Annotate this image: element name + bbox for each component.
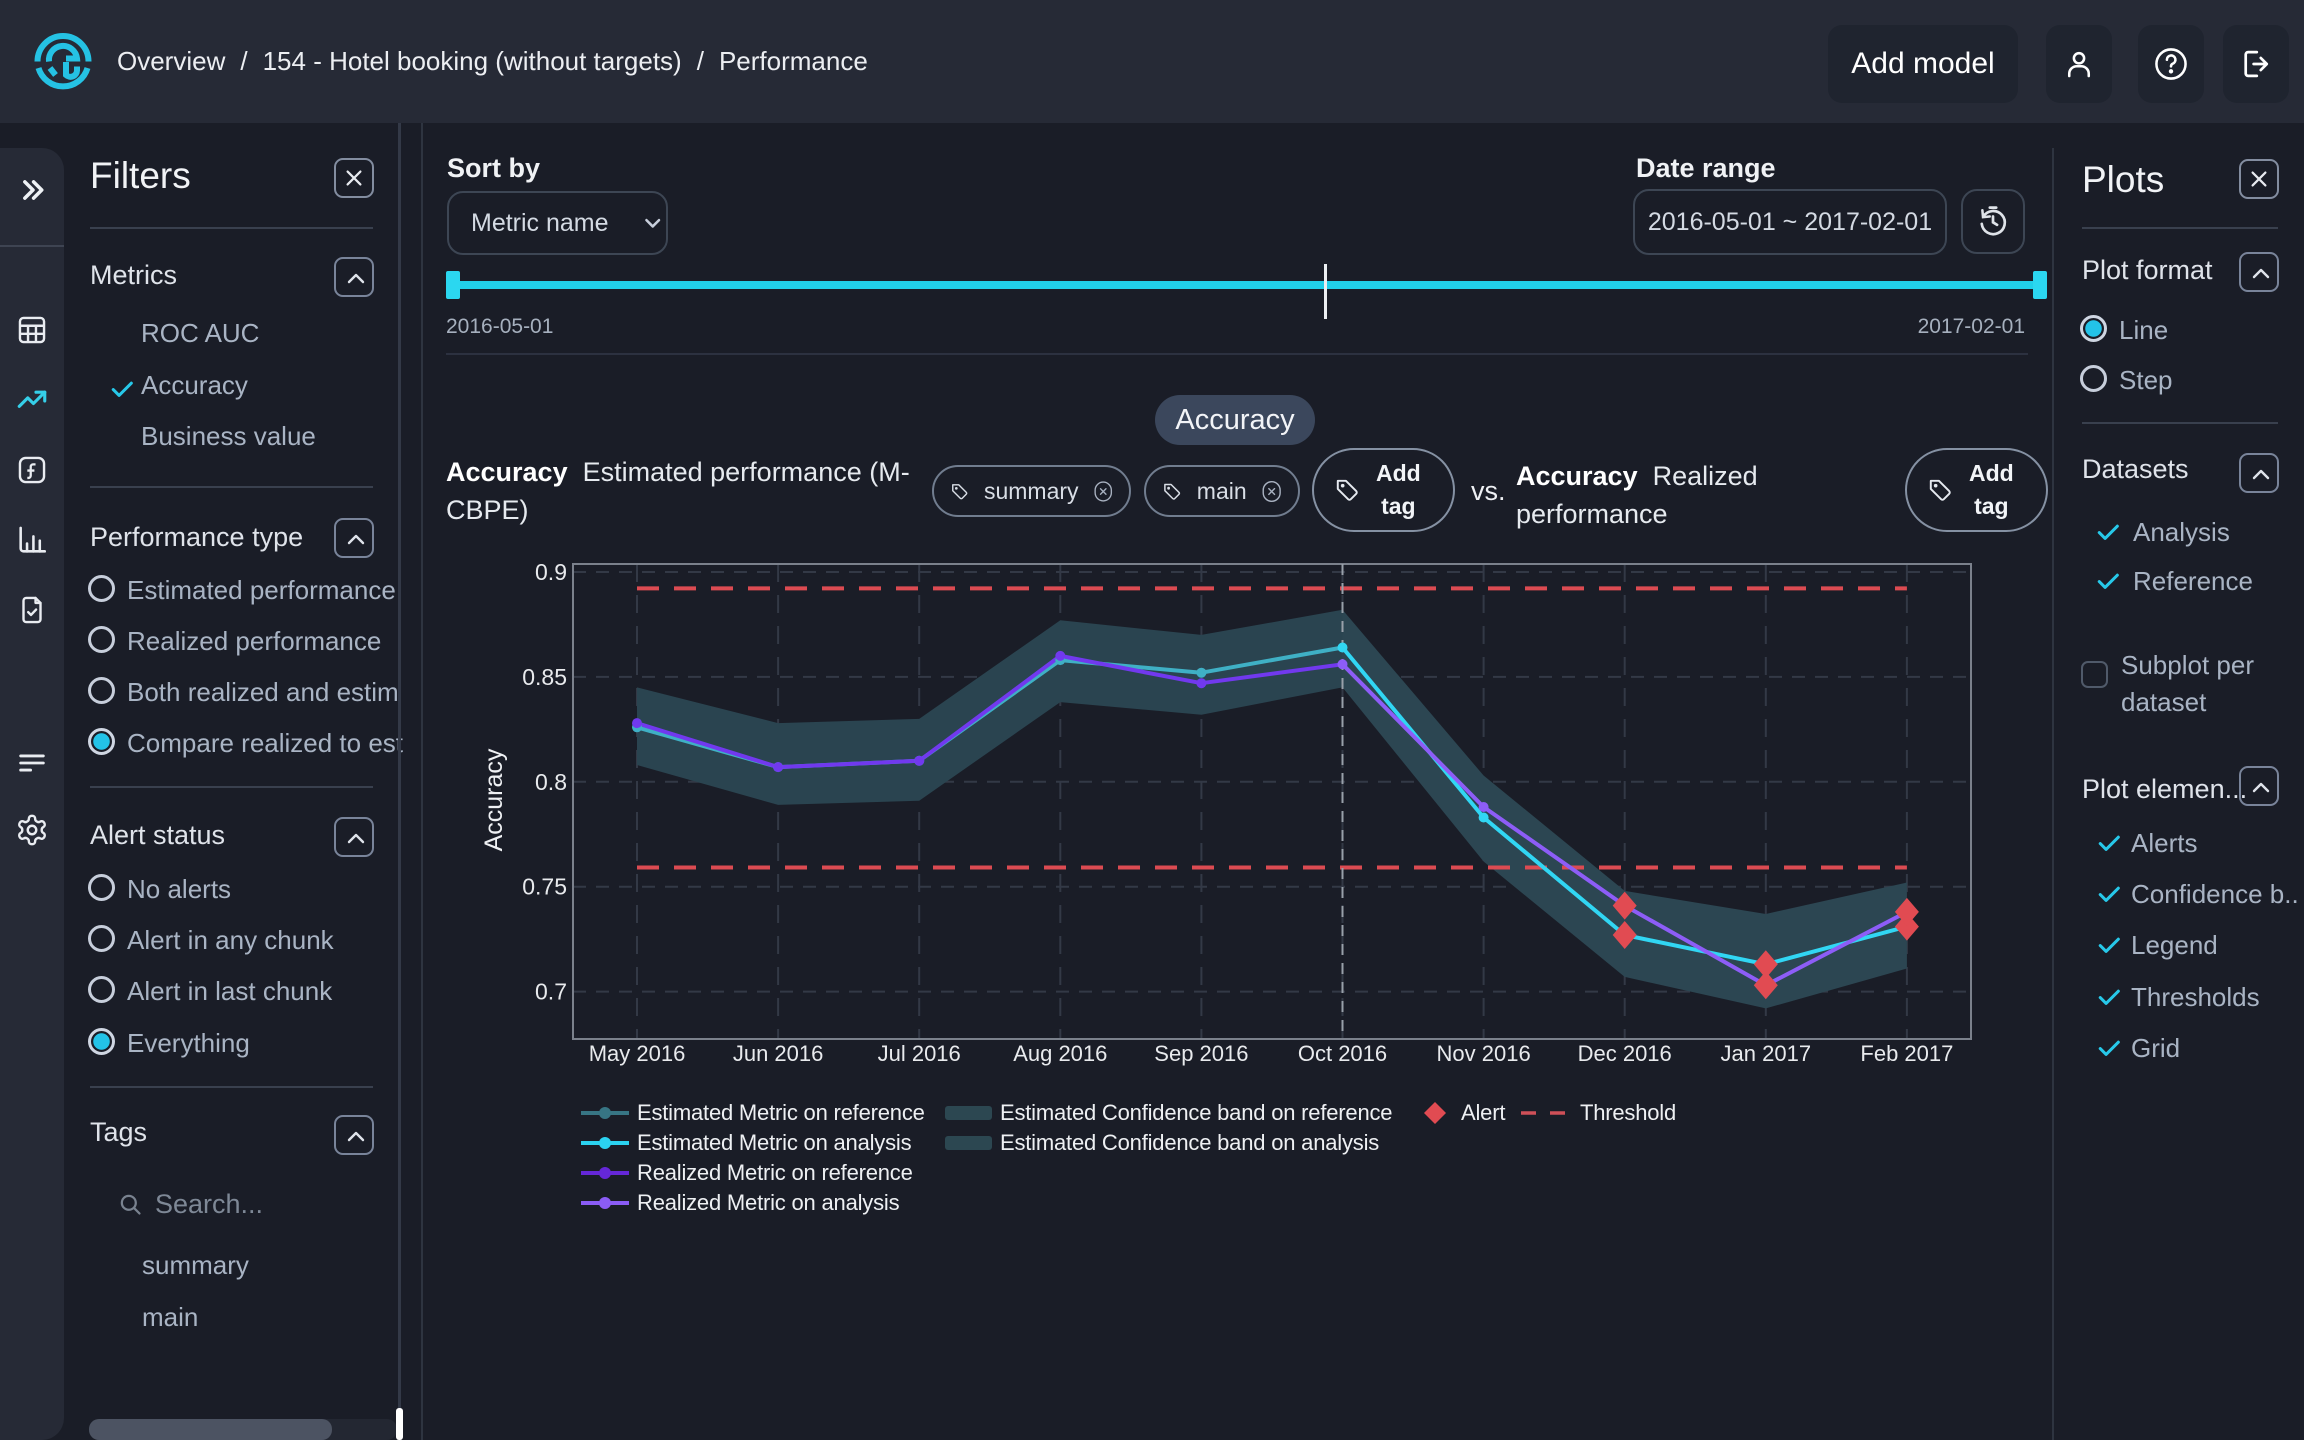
svg-text:Oct 2016: Oct 2016 [1298, 1041, 1387, 1066]
svg-text:Accuracy: Accuracy [480, 748, 508, 851]
svg-text:Dec 2016: Dec 2016 [1578, 1041, 1672, 1066]
svg-text:Aug 2016: Aug 2016 [1013, 1041, 1107, 1066]
svg-text:0.8: 0.8 [535, 769, 567, 795]
svg-text:0.9: 0.9 [535, 559, 567, 585]
svg-text:Sep 2016: Sep 2016 [1154, 1041, 1248, 1066]
svg-text:Jan 2017: Jan 2017 [1721, 1041, 1812, 1066]
svg-text:May 2016: May 2016 [589, 1041, 686, 1066]
svg-text:Feb 2017: Feb 2017 [1860, 1041, 1953, 1066]
svg-text:0.7: 0.7 [535, 979, 567, 1005]
svg-text:Nov 2016: Nov 2016 [1437, 1041, 1531, 1066]
svg-text:Jun 2016: Jun 2016 [733, 1041, 824, 1066]
svg-text:0.75: 0.75 [522, 874, 567, 900]
svg-text:0.85: 0.85 [522, 664, 567, 690]
svg-text:Jul 2016: Jul 2016 [878, 1041, 961, 1066]
